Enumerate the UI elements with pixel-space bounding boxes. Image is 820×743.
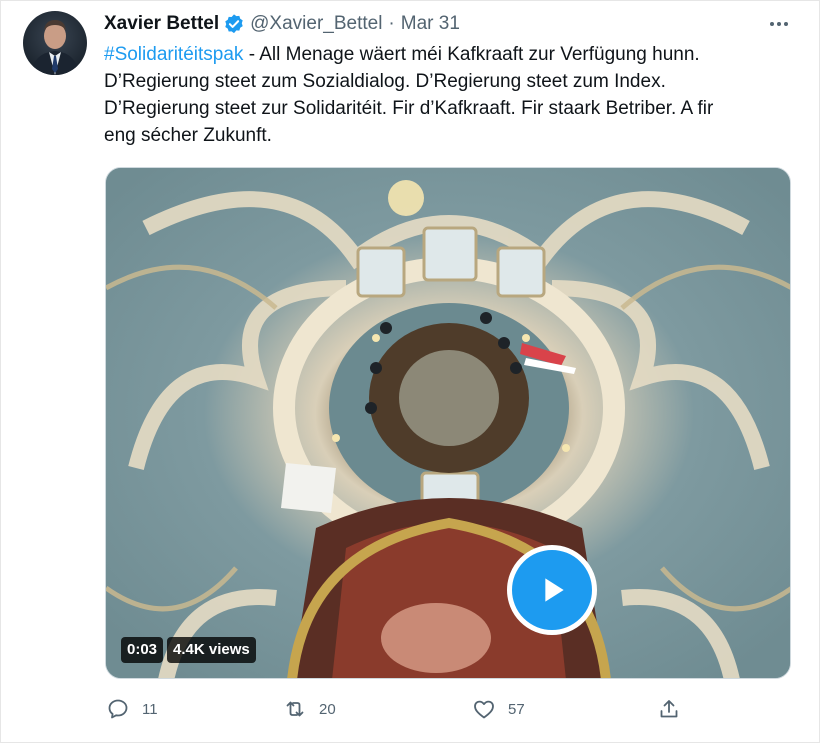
tweet-header: Xavier Bettel @Xavier_Bettel · Mar 31 bbox=[104, 12, 460, 36]
tweet-text-line-1-rest: - All Menage wäert méi Kafkraaft zur Ver… bbox=[243, 44, 700, 65]
verified-badge-icon bbox=[223, 13, 245, 35]
tweet-card[interactable]: Xavier Bettel @Xavier_Bettel · Mar 31 #S… bbox=[0, 0, 820, 743]
reply-icon bbox=[108, 699, 128, 719]
play-icon bbox=[545, 578, 564, 602]
reply-count: 11 bbox=[142, 700, 158, 718]
play-button[interactable] bbox=[507, 545, 597, 635]
tweet-text-line-1: #Solidaritéitspak - All Menage wäert méi… bbox=[104, 41, 784, 68]
author-name[interactable]: Xavier Bettel bbox=[104, 12, 219, 36]
retweet-icon bbox=[286, 701, 304, 717]
like-count: 57 bbox=[508, 700, 525, 718]
avatar-photo bbox=[31, 20, 79, 75]
share-button[interactable] bbox=[657, 697, 681, 721]
reply-button[interactable]: 11 bbox=[106, 697, 158, 721]
hashtag-link[interactable]: #Solidaritéitspak bbox=[104, 44, 243, 65]
more-icon[interactable] bbox=[767, 12, 791, 36]
video-thumbnail bbox=[106, 168, 790, 678]
tweet-date[interactable]: Mar 31 bbox=[401, 12, 460, 36]
like-button[interactable]: 57 bbox=[472, 697, 525, 721]
video-badges: 0:03 4.4K views bbox=[121, 637, 256, 663]
video-duration: 0:03 bbox=[121, 637, 164, 663]
avatar[interactable] bbox=[23, 11, 87, 75]
retweet-count: 20 bbox=[319, 700, 336, 718]
tweet-text-line-4: eng sécher Zukunft. bbox=[104, 125, 272, 146]
tweet-text: #Solidaritéitspak - All Menage wäert méi… bbox=[104, 41, 784, 149]
video-player[interactable] bbox=[105, 167, 791, 679]
video-views: 4.4K views bbox=[167, 637, 256, 663]
tweet-text-line-2: D’Regierung steet zum Sozialdialog. D’Re… bbox=[104, 71, 666, 92]
header-separator: · bbox=[388, 13, 395, 34]
tweet-text-line-3: D’Regierung steet zur Solidaritéit. Fir … bbox=[104, 98, 714, 119]
tweet-actions: 11 20 57 bbox=[101, 697, 701, 727]
retweet-button[interactable]: 20 bbox=[283, 697, 336, 721]
like-icon bbox=[474, 700, 494, 719]
author-handle[interactable]: @Xavier_Bettel bbox=[250, 12, 382, 36]
share-icon bbox=[660, 700, 678, 718]
